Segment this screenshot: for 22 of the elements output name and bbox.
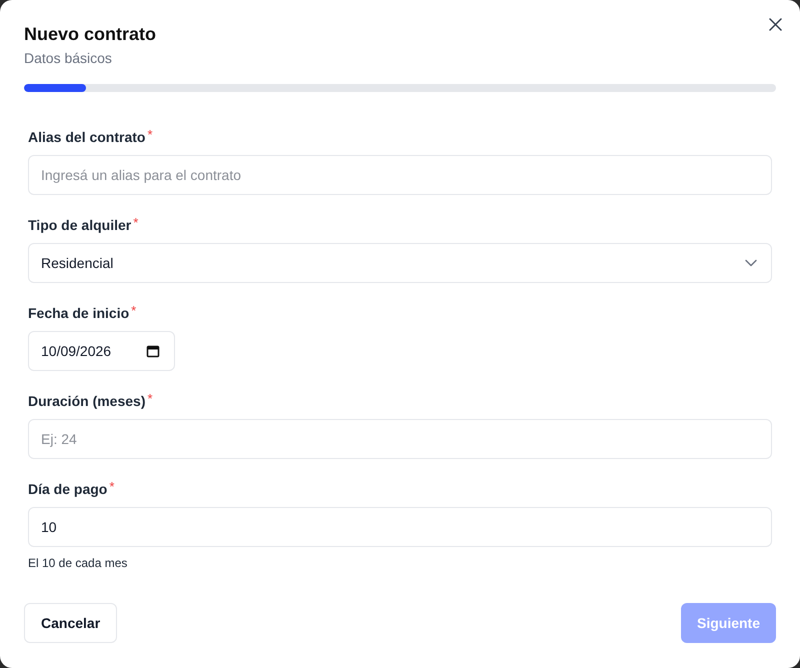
input-field[interactable]: Ingresá un alias para el contrato	[28, 155, 772, 195]
field-label: Fecha de inicio	[28, 304, 130, 323]
field-label: Alias del contrato	[28, 128, 146, 147]
field-label: Tipo de alquiler	[28, 216, 132, 235]
dialog-subtitle: Datos básicos	[24, 49, 113, 68]
required-mark: *	[133, 215, 138, 231]
select-field[interactable]: Residencial	[28, 243, 772, 283]
calendar-icon[interactable]	[146, 344, 160, 358]
required-mark: *	[147, 127, 153, 143]
field-label: Día de pago	[28, 480, 108, 499]
required-mark: *	[109, 479, 114, 495]
required-mark: *	[131, 303, 136, 319]
chevron-down-icon	[745, 259, 757, 267]
dialog-title: Nuevo contrato	[24, 23, 156, 46]
input-field[interactable]: 10	[28, 507, 772, 547]
required-mark: *	[147, 391, 153, 407]
field-hint: El 10 de cada mes	[28, 555, 128, 571]
date-field[interactable]: 10/09/2026	[28, 331, 175, 371]
field-label: Duración (meses)	[28, 392, 146, 411]
close-icon[interactable]	[769, 18, 782, 31]
input-field[interactable]: Ej: 24	[28, 419, 772, 459]
cancel-button[interactable]: Cancelar	[24, 603, 118, 643]
